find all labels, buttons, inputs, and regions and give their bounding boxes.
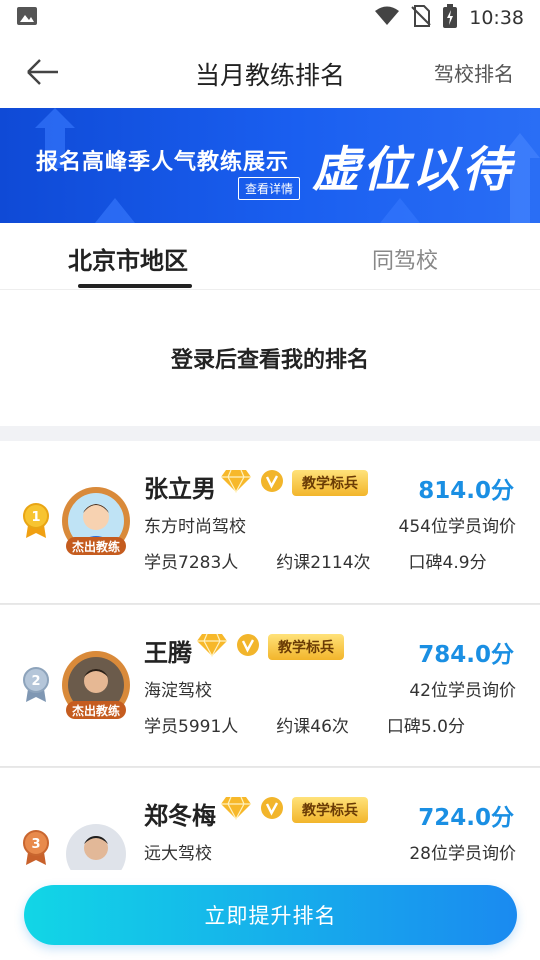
svg-text:2: 2 [31,674,40,689]
silver-medal-icon: 2 [22,667,50,703]
banner-headline: 报名高峰季人气教练展示 [36,150,290,175]
clock-time: 10:38 [469,7,524,29]
coach-score: 814.0分 [418,478,514,504]
bronze-medal-icon: 3 [22,830,50,866]
teaching-model-badge: 教学标兵 [292,797,368,823]
login-prompt[interactable]: 登录后查看我的排名 [171,342,369,374]
banner-calligraphy: 虚位以待 [312,142,513,198]
avatar-badge: 杰出教练 [71,704,120,718]
lesson-count: 约课46次 [276,717,349,737]
avatar-badge: 杰出教练 [71,540,120,554]
coach-name: 张立男 [144,475,216,503]
banner-detail-button[interactable]: 查看详情 [238,177,301,200]
gold-medal-icon: 1 [22,503,50,539]
header: 当月教练排名 驾校排名 [0,36,540,108]
coach-school: 远大驾校 [144,844,212,864]
login-area: 登录后查看我的排名 [0,290,540,426]
promo-banner[interactable]: 报名高峰季人气教练展示 查看详情 虚位以待 [0,108,540,223]
svg-text:3: 3 [31,837,40,852]
status-bar: 10:38 [0,0,540,36]
teaching-model-badge: 教学标兵 [292,470,368,496]
lesson-count: 约课2114次 [276,553,371,573]
inquiry-count: 28位学员询价 [409,844,516,864]
coach-school: 东方时尚驾校 [144,517,246,537]
bottom-cta-bar: 立即提升排名 [0,870,540,960]
ranking-list: 1 杰出教练 张立男 教学标兵 814.0分 东方时尚驾校 454位学员询价 学… [0,441,540,930]
coach-score: 784.0分 [418,642,514,668]
student-count: 学员5991人 [144,717,239,737]
verified-icon [260,796,284,824]
coach-badges: 教学标兵 [220,469,368,497]
diamond-icon [220,469,252,497]
coach-score: 724.0分 [418,805,514,831]
reputation-score: 口碑5.0分 [386,717,465,737]
avatar: 杰出教练 [58,485,134,561]
ranking-item[interactable]: 2 杰出教练 王腾 教学标兵 784.0分 海淀驾校 42位学员询价 学员599… [0,604,540,767]
student-count: 学员7283人 [144,553,239,573]
tab-same-school[interactable]: 同驾校 [372,243,438,275]
inquiry-count: 42位学员询价 [409,681,516,701]
coach-badges: 教学标兵 [220,796,368,824]
inquiry-count: 454位学员询价 [398,517,516,537]
region-tabs: 北京市地区 同驾校 [0,223,540,290]
school-ranking-link[interactable]: 驾校排名 [434,58,514,87]
verified-icon [260,469,284,497]
coach-name: 郑冬梅 [144,802,216,830]
diamond-icon [196,633,228,661]
reputation-score: 口碑4.9分 [408,553,487,573]
coach-stats: 学员5991人 约课46次 口碑5.0分 [144,712,503,737]
coach-stats: 学员7283人 约课2114次 口碑4.9分 [144,548,525,573]
avatar: 杰出教练 [58,649,134,725]
boost-ranking-button[interactable]: 立即提升排名 [24,885,517,945]
active-tab-indicator [78,284,192,288]
battery-charging-icon [443,3,458,33]
no-sim-icon [411,4,431,32]
teaching-model-badge: 教学标兵 [268,634,344,660]
tab-beijing-region[interactable]: 北京市地区 [68,241,188,276]
image-icon [16,5,38,31]
coach-badges: 教学标兵 [196,633,344,661]
section-divider [0,426,540,441]
coach-name: 王腾 [144,639,192,667]
svg-text:1: 1 [31,510,40,525]
ranking-item[interactable]: 1 杰出教练 张立男 教学标兵 814.0分 东方时尚驾校 454位学员询价 学… [0,441,540,604]
verified-icon [236,633,260,661]
wifi-icon [375,6,400,31]
diamond-icon [220,796,252,824]
coach-school: 海淀驾校 [144,681,212,701]
